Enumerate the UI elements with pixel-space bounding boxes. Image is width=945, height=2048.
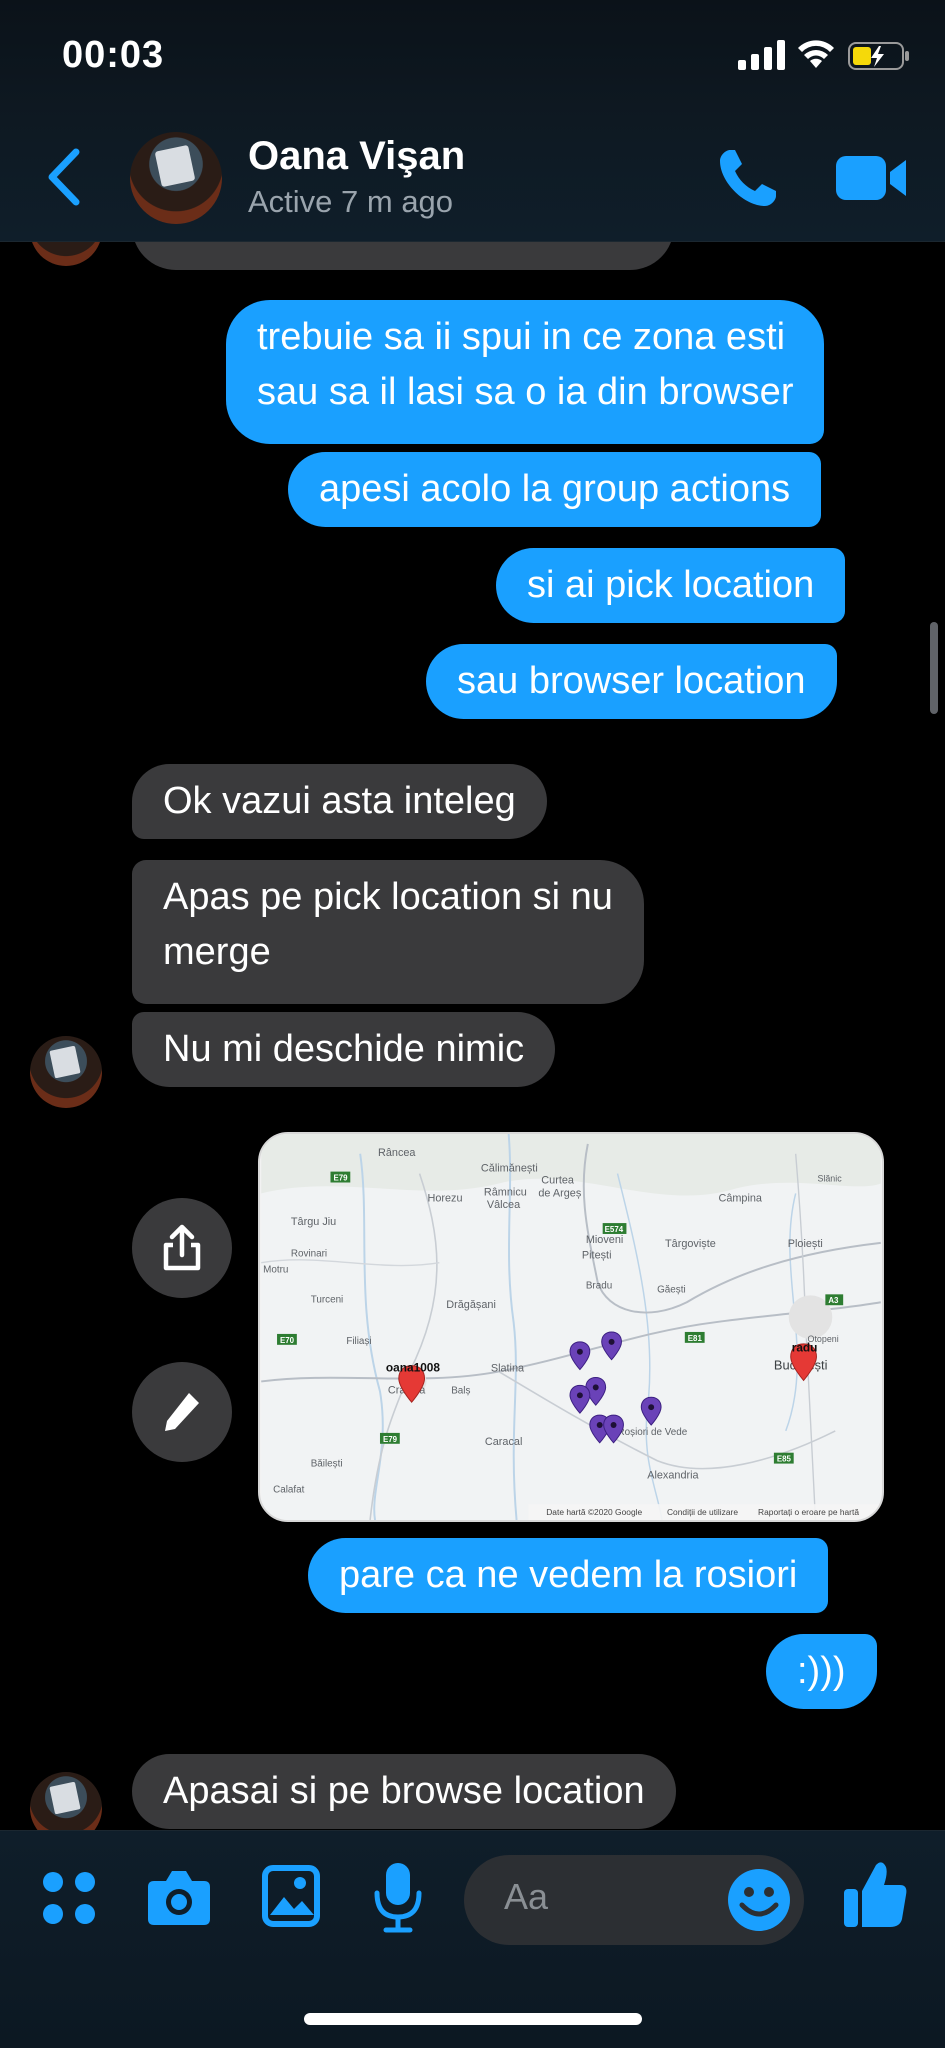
map-image: E79 E70 E574 E81 A3 E85 E79 Râncea Călim… xyxy=(261,1134,881,1520)
map-place-label: Câmpina xyxy=(718,1192,762,1204)
message-text: Ok vazui asta inteleg xyxy=(163,780,516,822)
message-bubble-outgoing[interactable]: apesi acolo la group actions xyxy=(288,452,822,527)
map-road-label: E85 xyxy=(777,1455,792,1464)
map-place-label: Vâlcea xyxy=(487,1199,521,1211)
message-bubble-outgoing[interactable]: si ai pick location xyxy=(496,548,846,623)
map-place-label: Calafat xyxy=(273,1484,305,1495)
map-place-label: Mioveni xyxy=(586,1234,623,1246)
map-place-label: Târgu Jiu xyxy=(291,1216,336,1228)
map-place-label: Târgoviște xyxy=(665,1238,716,1250)
map-pin-label: oana1008 xyxy=(386,1361,440,1375)
cellular-signal-icon xyxy=(738,40,785,70)
map-footer-report: Raportați o eroare pe hartă xyxy=(758,1507,859,1517)
contact-active-status: Active 7 m ago xyxy=(248,184,454,219)
microphone-icon[interactable] xyxy=(372,1861,424,1933)
camera-icon[interactable] xyxy=(146,1867,212,1927)
map-image-message[interactable]: E79 E70 E574 E81 A3 E85 E79 Râncea Călim… xyxy=(258,1132,884,1522)
map-place-label: Caracal xyxy=(485,1436,522,1448)
map-place-label: Balș xyxy=(451,1385,470,1396)
video-call-icon[interactable] xyxy=(834,150,908,206)
share-icon xyxy=(163,1224,201,1271)
map-place-label: Alexandria xyxy=(647,1469,699,1481)
edit-button[interactable] xyxy=(132,1362,232,1462)
map-place-label: Băilești xyxy=(311,1459,343,1470)
message-text: sau browser location xyxy=(457,660,806,702)
map-footer-data: Date hartă ©2020 Google xyxy=(546,1507,642,1517)
map-place-label: Râmnicu xyxy=(484,1186,527,1198)
message-composer: Aa xyxy=(0,1830,945,2048)
message-input[interactable]: Aa xyxy=(464,1855,804,1945)
map-place-label: Slatina xyxy=(491,1363,525,1375)
share-button[interactable] xyxy=(132,1198,232,1298)
map-road-label: E79 xyxy=(383,1435,398,1444)
status-time: 00:03 xyxy=(62,34,165,76)
message-text: pare ca ne vedem la rosiori xyxy=(339,1554,798,1596)
map-place-label: Motru xyxy=(263,1265,288,1276)
map-place-label: Bradu xyxy=(586,1280,612,1291)
contact-avatar[interactable] xyxy=(130,132,222,224)
message-list[interactable]: trebuie sa ii spui in ce zona esti sau s… xyxy=(0,242,945,1830)
map-place-label: de Argeș xyxy=(538,1187,581,1199)
home-indicator[interactable] xyxy=(304,2013,642,2025)
pencil-icon xyxy=(165,1393,199,1431)
message-bubble-incoming[interactable]: Ok vazui asta inteleg xyxy=(132,764,547,839)
message-bubble-incoming[interactable]: Nu mi deschide nimic xyxy=(132,1012,556,1087)
contact-name[interactable]: Oana Vişan xyxy=(248,134,465,179)
map-place-label: Pitești xyxy=(582,1250,612,1262)
conversation-header: Oana Vişan Active 7 m ago xyxy=(0,120,945,242)
contact-mini-avatar xyxy=(30,1036,102,1108)
map-place-label: Curtea xyxy=(541,1174,575,1186)
message-bubble-incoming[interactable]: Apasai si pe browse location xyxy=(132,1754,676,1829)
message-text: Nu mi deschide nimic xyxy=(163,1028,525,1070)
status-bar: 00:03 xyxy=(0,0,945,120)
contact-mini-avatar xyxy=(30,1772,102,1830)
map-road-label: E574 xyxy=(605,1225,624,1234)
message-text: apesi acolo la group actions xyxy=(319,468,791,510)
message-input-placeholder: Aa xyxy=(504,1876,549,1917)
back-chevron-icon[interactable] xyxy=(42,144,88,210)
wifi-icon xyxy=(798,40,834,68)
map-place-label: Găești xyxy=(657,1284,686,1295)
map-place-label: Drăgășani xyxy=(446,1299,496,1311)
map-footer-terms: Condiții de utilizare xyxy=(667,1507,738,1517)
map-place-label: Rovinari xyxy=(291,1249,327,1260)
chat-scrollbar[interactable] xyxy=(930,622,938,714)
map-road-label: E70 xyxy=(280,1336,295,1345)
phone-call-icon[interactable] xyxy=(716,146,780,210)
map-place-label: Râncea xyxy=(378,1147,416,1159)
apps-grid-icon[interactable] xyxy=(40,1869,98,1927)
message-bubble-partial[interactable] xyxy=(132,242,674,270)
gallery-image-icon[interactable] xyxy=(262,1865,320,1927)
message-text: si ai pick location xyxy=(527,564,815,606)
map-road-label: E79 xyxy=(333,1174,348,1183)
message-line: sau sa il lasi sa o ia din browser xyxy=(257,371,794,413)
message-line: Apas pe pick location si nu xyxy=(163,876,613,918)
battery-charging-icon xyxy=(848,42,909,70)
thumbs-up-like-icon[interactable] xyxy=(842,1859,908,1929)
message-bubble-outgoing[interactable]: trebuie sa ii spui in ce zona esti sau s… xyxy=(226,300,825,444)
map-pin-label: radu xyxy=(792,1341,818,1355)
message-text: Apasai si pe browse location xyxy=(163,1770,645,1812)
message-line: trebuie sa ii spui in ce zona esti xyxy=(257,316,786,358)
map-place-label: Slănic xyxy=(817,1174,842,1184)
message-bubble-outgoing[interactable]: :))) xyxy=(766,1634,877,1709)
map-place-label: Ploiești xyxy=(788,1238,823,1250)
message-line: merge xyxy=(163,931,271,973)
message-bubble-outgoing[interactable]: pare ca ne vedem la rosiori xyxy=(308,1538,829,1613)
map-place-label: Turceni xyxy=(311,1294,344,1305)
map-place-label: Horezu xyxy=(427,1192,462,1204)
map-place-label: Călimănești xyxy=(481,1163,538,1175)
map-place-label: Roșiori de Vede xyxy=(618,1427,688,1438)
map-road-label: E81 xyxy=(688,1334,703,1343)
message-text: :))) xyxy=(797,1650,846,1692)
message-bubble-incoming[interactable]: Apas pe pick location si nu merge xyxy=(132,860,644,1004)
contact-mini-avatar xyxy=(30,242,102,266)
map-place-label: Filiași xyxy=(346,1336,371,1347)
map-road-label: A3 xyxy=(828,1296,839,1305)
emoji-icon[interactable] xyxy=(726,1867,792,1933)
message-bubble-outgoing[interactable]: sau browser location xyxy=(426,644,837,719)
